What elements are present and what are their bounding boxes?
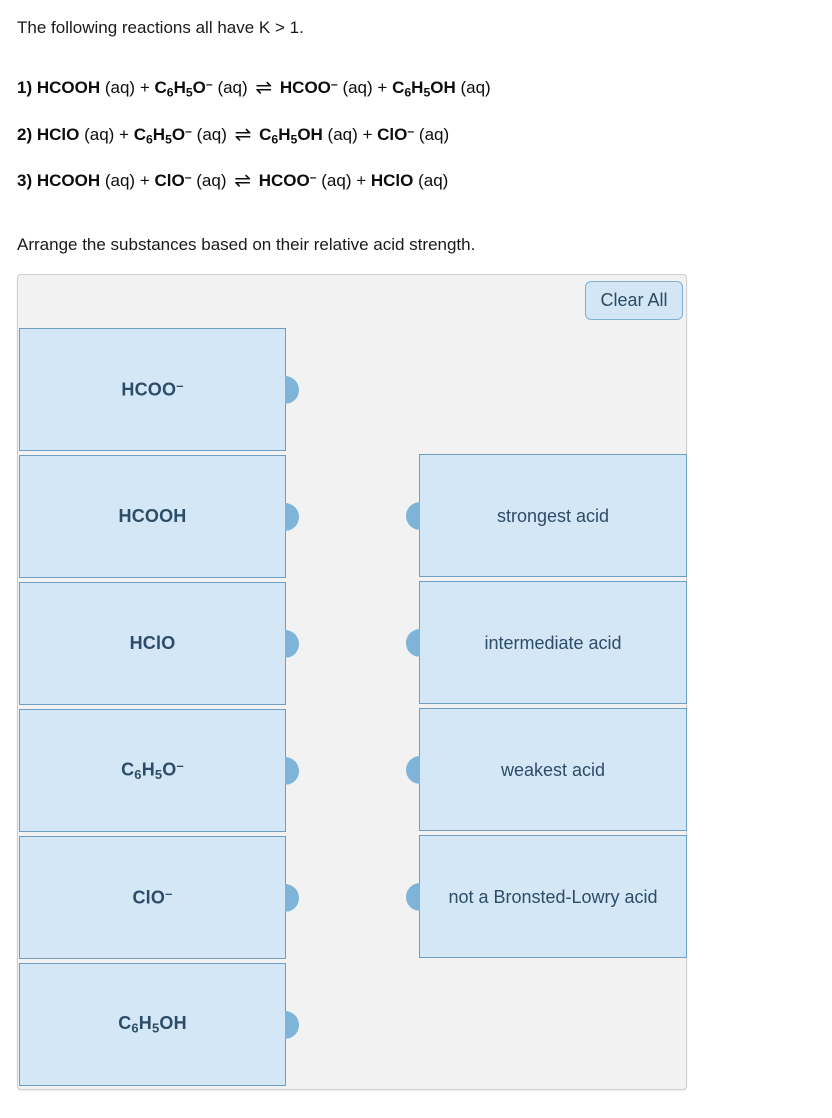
slot-connector-icon [406,882,420,911]
tile-label: HClO [129,633,176,653]
tile-label: C6H5OH [118,1013,187,1036]
source-tile-column: HCOO– HCOOH HClO C6H5O– ClO– C6H5OH [19,328,299,1090]
tile-label: HCOO– [121,378,184,400]
drop-target-slot[interactable]: strongest acid [406,454,687,577]
equilibrium-arrow-icon: ⇌ [234,123,252,146]
tile-connector-icon [285,629,299,658]
draggable-tile[interactable]: HCOO– [19,328,299,451]
phase-label: (aq) [413,171,449,191]
phase-label: (aq) [212,78,253,98]
phase-label: (aq) [191,124,232,144]
reaction-line: 1) HCOOH (aq) + C6H5O– (aq) ⇌ HCOO– (aq)… [17,74,817,103]
drop-target-slot[interactable]: intermediate acid [406,581,687,704]
phase-label: (aq) + [316,171,371,191]
phase-label: (aq) [191,171,232,191]
chemical-formula: ClO– [377,123,415,144]
chemical-formula: C6H5OH [259,124,323,147]
phase-label: (aq) + [322,124,378,144]
draggable-tile[interactable]: HClO [19,582,299,705]
slot-label: not a Bronsted-Lowry acid [448,886,658,907]
slot-connector-icon [406,755,420,784]
chemical-formula: C6H5OH [392,78,456,100]
slot-connector-icon [406,628,420,657]
phase-label: (aq) + [100,78,155,98]
chemical-formula: HCOO– [258,170,317,191]
phase-label: (aq) + [337,78,393,98]
reaction-number: 3) [17,171,33,191]
phase-label: (aq) + [100,171,155,191]
question-page: The following reactions all have K > 1. … [0,0,832,1118]
intro-text: The following reactions all have K > 1. [17,18,304,37]
equilibrium-arrow-icon: ⇌ [255,77,273,100]
tile-label: ClO– [132,886,173,908]
chemical-formula: ClO– [154,170,192,191]
drop-target-slot[interactable]: not a Bronsted-Lowry acid [406,835,687,958]
phase-label: (aq) [414,124,450,144]
reaction-list: 1) HCOOH (aq) + C6H5O– (aq) ⇌ HCOO– (aq)… [17,74,817,209]
chemical-formula: HCOO– [279,77,338,98]
tile-connector-icon [285,375,299,404]
tile-connector-icon [285,502,299,531]
chemical-formula: C6H5O– [154,77,213,100]
clear-all-button[interactable]: Clear All [585,281,683,320]
drop-target-slot[interactable]: weakest acid [406,708,687,831]
slot-label: weakest acid [500,759,606,780]
tile-connector-icon [285,1010,299,1039]
reaction-number: 1) [17,78,33,98]
phase-label [254,171,259,190]
instruction-text: Arrange the substances based on their re… [17,235,476,254]
phase-label: (aq) + [79,124,134,144]
phase-label: (aq) [455,78,491,98]
tile-label: C6H5O– [121,758,184,783]
chemical-formula: HClO [370,171,414,191]
drag-and-drop-container: Clear All HCOO– HCOOH HClO C6H5O– ClO– C6H5OH… [17,274,687,1090]
chemical-formula: HCOOH [36,78,101,98]
slot-label: strongest acid [496,505,610,526]
equilibrium-arrow-icon: ⇌ [234,170,251,193]
tile-connector-icon [285,883,299,912]
slot-connector-icon [406,501,420,530]
reaction-number: 2) [17,124,33,144]
chemical-formula: HCOOH [36,171,101,191]
tile-label: HCOOH [118,506,187,526]
slot-label: intermediate acid [484,632,622,653]
target-slot-column: strongest acid intermediate acid weakest a… [406,454,687,962]
draggable-tile[interactable]: HCOOH [19,455,299,578]
chemical-formula: C6H5O– [133,123,192,147]
draggable-tile[interactable]: ClO– [19,836,299,959]
reaction-line: 2) HClO (aq) + C6H5O– (aq) ⇌ C6H5OH (aq)… [17,121,817,150]
tile-connector-icon [285,756,299,785]
chemical-formula: HClO [36,124,80,144]
draggable-tile[interactable]: C6H5OH [19,963,299,1086]
reaction-line: 3) HCOOH (aq) + ClO– (aq) ⇌ HCOO– (aq) +… [17,167,817,191]
draggable-tile[interactable]: C6H5O– [19,709,299,832]
